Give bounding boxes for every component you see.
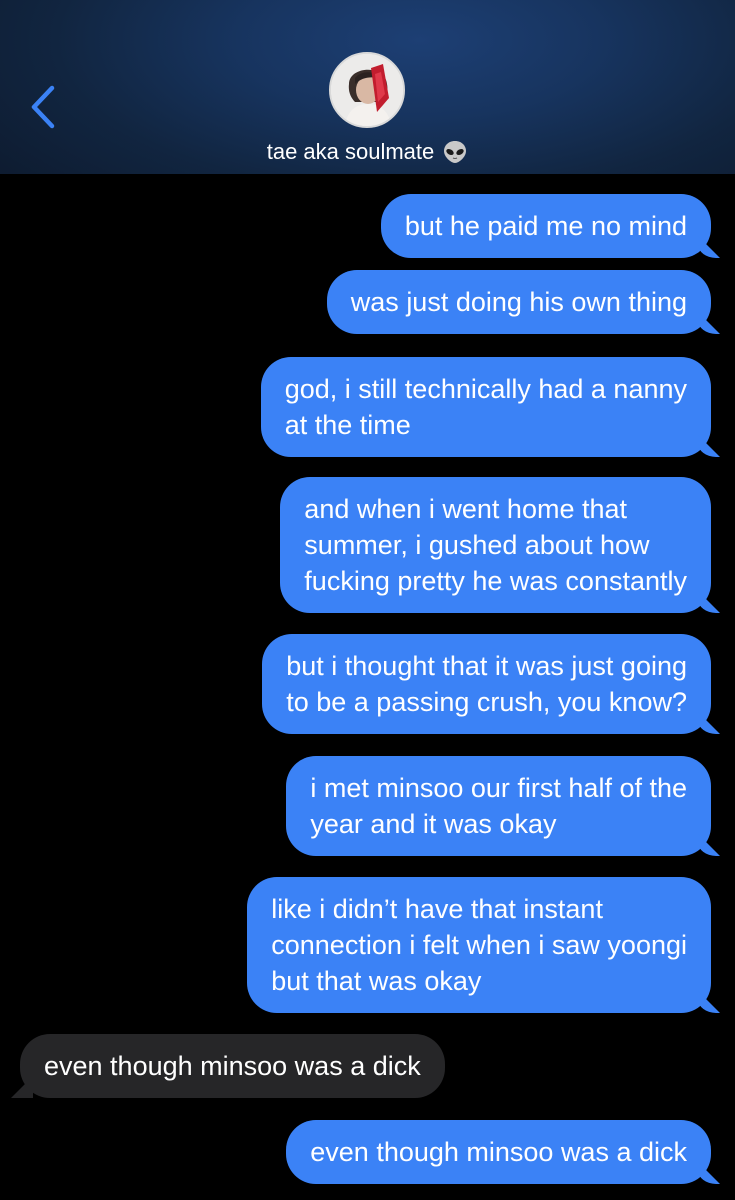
message-bubble-sent[interactable]: god, i still technically had a nanny at … [260,357,711,457]
message-text: i met minsoo our first half of the [310,773,687,803]
contact-name-row[interactable]: tae aka soulmate [0,137,735,167]
message-text: like i didn’t have that instant [271,894,603,924]
message-text: summer, i gushed about how [304,530,650,560]
message-bubble-sent[interactable]: i met minsoo our first half of the year … [286,756,711,856]
message-bubble-sent[interactable]: but i thought that it was just going to … [262,634,711,734]
conversation-header: tae aka soulmate [0,0,735,174]
message-text: but i thought that it was just going [286,651,687,681]
message-bubble-sent[interactable]: and when i went home that summer, i gush… [280,477,711,613]
message-bubble-sent[interactable]: but he paid me no mind [380,194,711,258]
message-bubble-sent[interactable]: was just doing his own thing [326,270,711,334]
message-list[interactable]: but he paid me no mind was just doing hi… [0,174,735,1200]
message-bubble-sent[interactable]: like i didn’t have that instant connecti… [247,877,711,1013]
message-text: even though minsoo was a dick [310,1137,687,1167]
message-text: and when i went home that [304,494,628,524]
message-text: god, i still technically had a nanny [284,374,687,404]
message-text: was just doing his own thing [350,287,687,317]
contact-avatar[interactable] [329,52,405,128]
message-text: even though minsoo was a dick [44,1051,421,1081]
message-text: but he paid me no mind [404,211,687,241]
message-bubble-sent[interactable]: even though minsoo was a dick [286,1120,711,1184]
message-text: year and it was okay [310,809,557,839]
contact-name: tae aka soulmate [266,139,435,164]
message-text: fucking pretty he was constantly [304,566,687,596]
message-bubble-received[interactable]: even though minsoo was a dick [20,1034,445,1098]
message-text: to be a passing crush, you know? [286,687,687,717]
message-text: but that was okay [271,966,482,996]
message-text: connection i felt when i saw yoongi [271,930,687,960]
chevron-left-icon[interactable] [26,82,62,132]
message-text: at the time [284,410,411,440]
alien-emoji-icon [444,141,467,163]
